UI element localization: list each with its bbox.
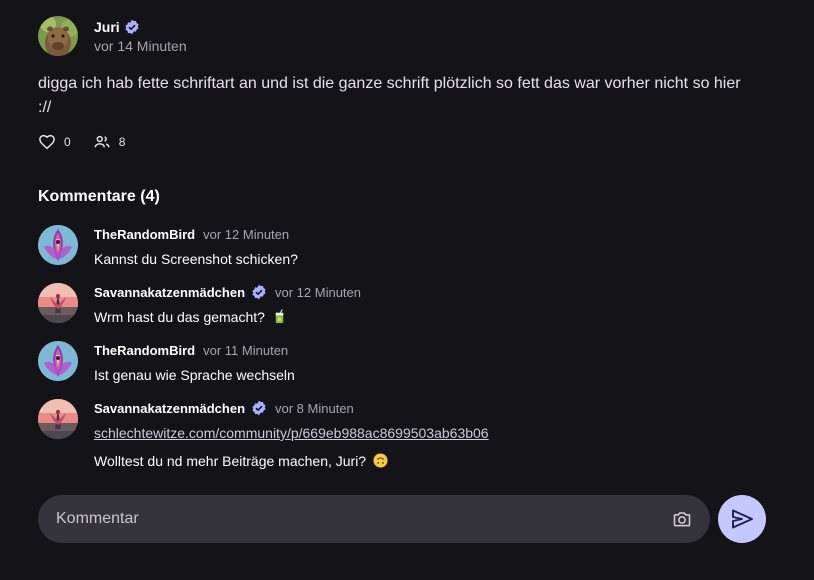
comment-timestamp: vor 11 Minuten (203, 342, 289, 358)
post-text: digga ich hab fette schriftart an und is… (38, 75, 741, 116)
verified-badge-icon (124, 19, 140, 35)
send-button[interactable] (718, 495, 766, 543)
comment-author-name[interactable]: Savannakatzenmädchen (94, 401, 245, 416)
comment-item: Savannakatzenmädchen vor 8 Minuten schle… (38, 399, 489, 471)
bird-art-avatar[interactable] (38, 341, 78, 381)
verified-badge-icon (251, 284, 267, 300)
post-header: Juri vor 14 Minuten (38, 16, 778, 56)
post-actions: 0 8 (38, 133, 778, 151)
post-meta: Juri vor 14 Minuten (94, 18, 187, 54)
reaction-count: 8 (118, 135, 126, 149)
comment-item: TheRandomBird vor 12 Minuten Kannst du S… (38, 225, 298, 269)
comment-text-row: Wolltest du nd mehr Beiträge machen, Jur… (94, 452, 489, 471)
camera-icon[interactable] (672, 509, 692, 529)
capybara-avatar[interactable] (38, 16, 78, 56)
post: Juri vor 14 Minuten digga ich hab fette … (38, 16, 778, 151)
comment-input[interactable] (54, 509, 638, 529)
like-count: 0 (64, 135, 71, 149)
comment-author-name[interactable]: TheRandomBird (94, 227, 195, 242)
juice-box-emoji (275, 309, 284, 324)
verified-badge-icon (251, 400, 267, 416)
comment-link[interactable]: schlechtewitze.com/community/p/669eb988a… (94, 424, 489, 443)
comment-text-row: Wrm hast du das gemacht? (94, 308, 361, 327)
reactions-button[interactable]: 8 (93, 133, 126, 151)
comment-author-name[interactable]: TheRandomBird (94, 343, 195, 358)
sunset-art-avatar[interactable] (38, 399, 78, 439)
like-button[interactable]: 0 (38, 133, 71, 151)
post-author-name[interactable]: Juri (94, 19, 120, 35)
comment-timestamp: vor 12 Minuten (203, 226, 290, 242)
comment-composer (38, 495, 710, 543)
post-timestamp: vor 14 Minuten (94, 37, 187, 54)
send-icon (732, 509, 753, 529)
people-icon (94, 135, 110, 148)
heart-icon (39, 134, 55, 150)
sunset-art-avatar[interactable] (38, 283, 78, 323)
comment-timestamp: vor 12 Minuten (275, 284, 362, 300)
comment-text: Ist genau wie Sprache wechseln (94, 367, 295, 383)
comment-item: TheRandomBird vor 11 Minuten Ist genau w… (38, 341, 295, 385)
comment-text: Wolltest du nd mehr Beiträge machen, Jur… (94, 453, 367, 469)
comment-text: Kannst du Screenshot schicken? (94, 251, 298, 267)
bird-art-avatar[interactable] (38, 225, 78, 265)
comment-timestamp: vor 8 Minuten (275, 400, 354, 416)
comment-item: Savannakatzenmädchen vor 12 Minuten Wrm … (38, 283, 361, 327)
comment-text: Wrm hast du das gemacht? (94, 309, 265, 325)
comment-author-name[interactable]: Savannakatzenmädchen (94, 285, 245, 300)
post-author-row: Juri (94, 18, 187, 35)
upside-down-face-emoji (373, 453, 388, 468)
comments-heading: Kommentare (4) (38, 188, 160, 205)
